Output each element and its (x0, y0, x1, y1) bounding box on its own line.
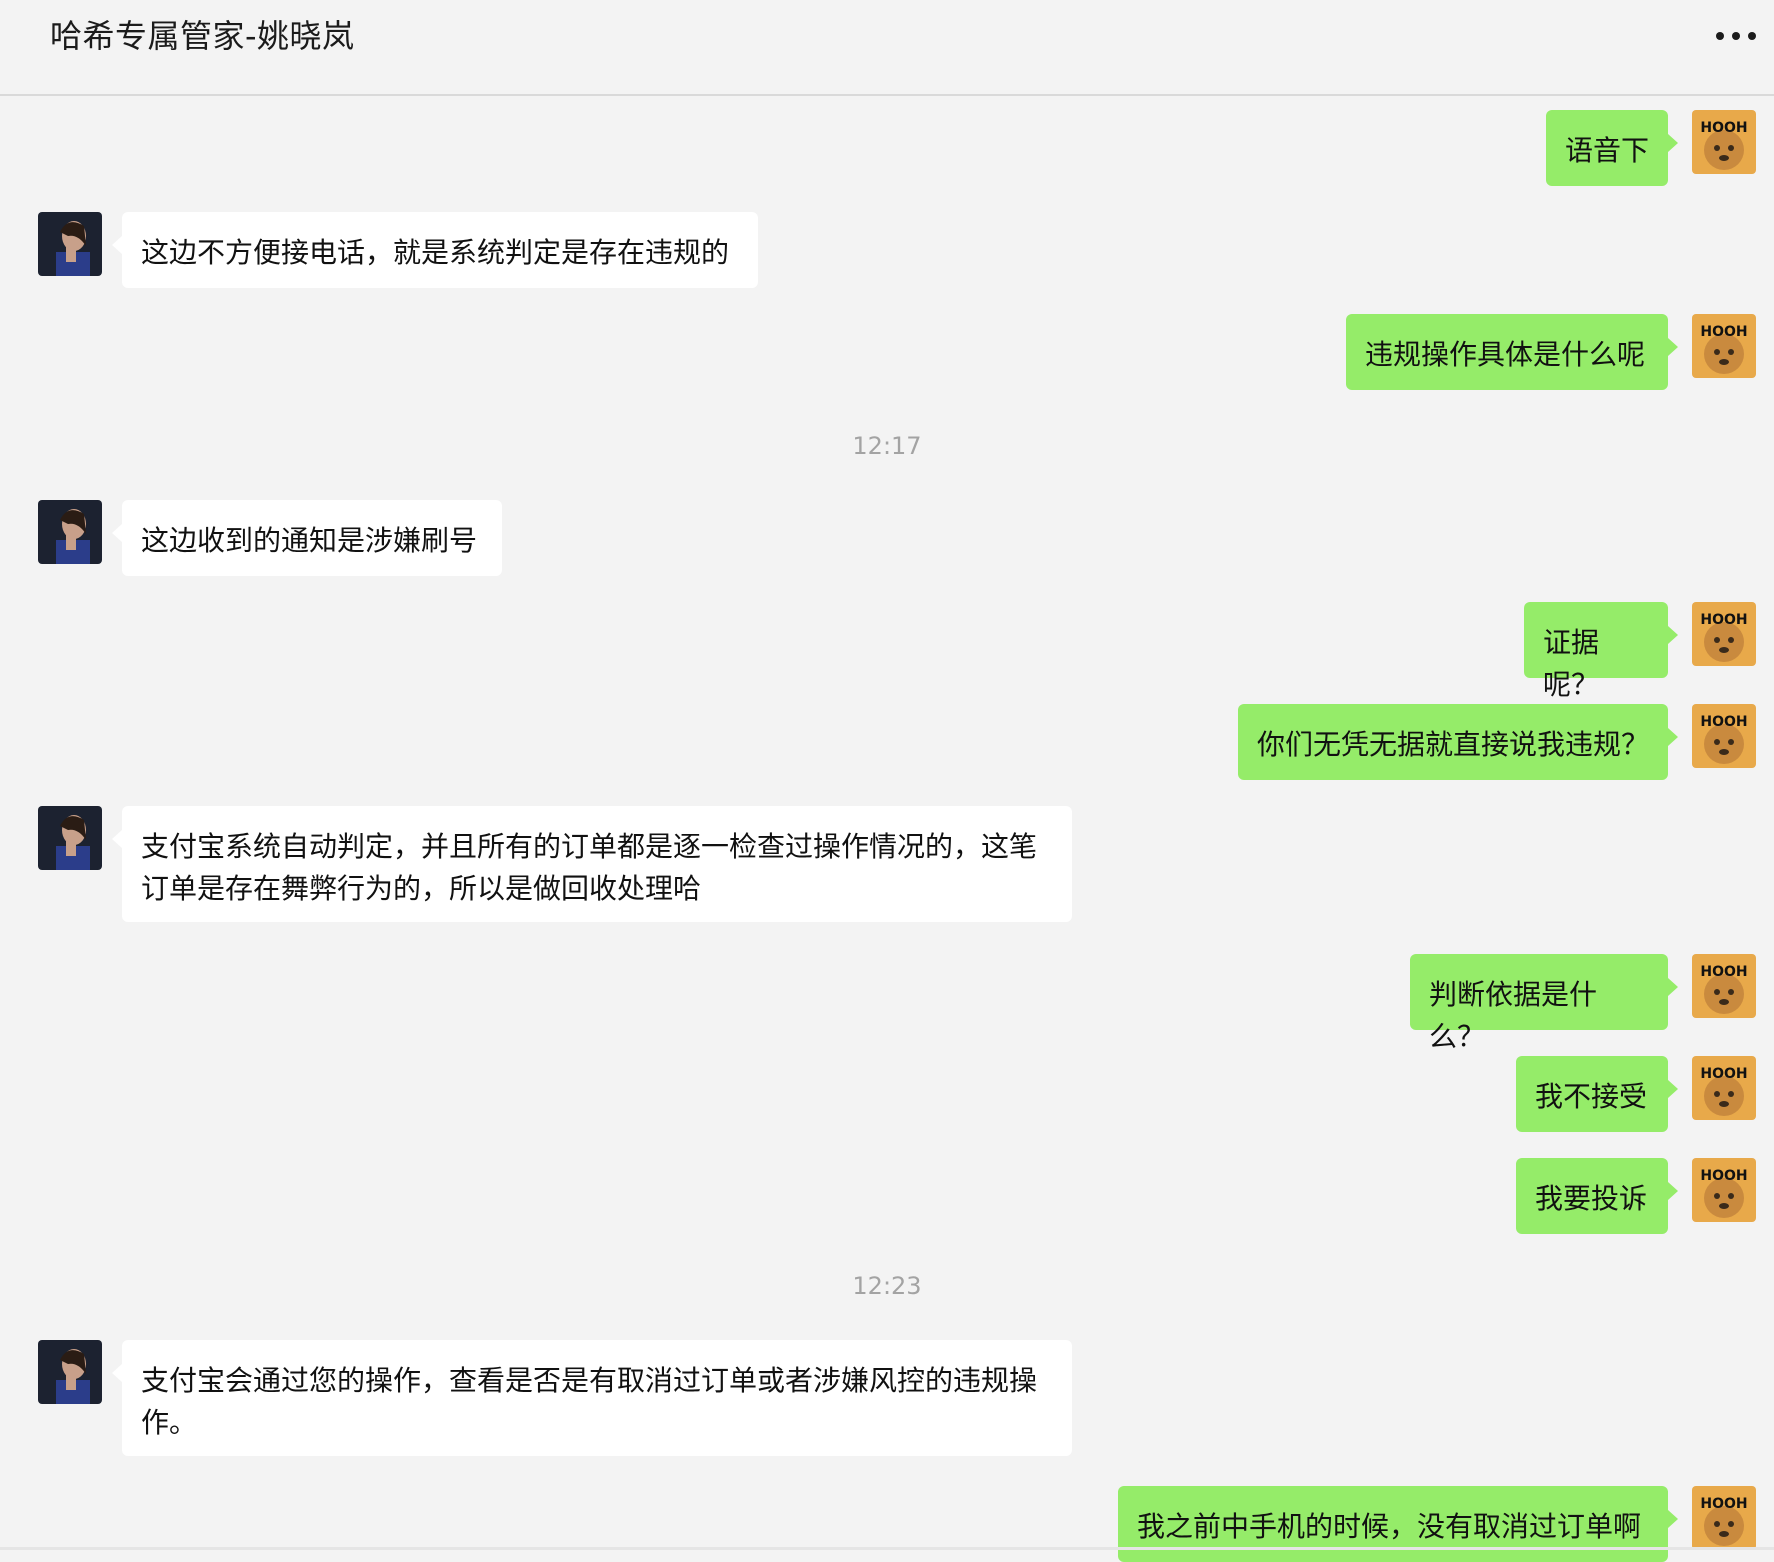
my-avatar[interactable]: HOOH (1692, 314, 1756, 378)
my-avatar[interactable]: HOOH (1692, 704, 1756, 768)
message-bubble-outgoing[interactable]: 判断依据是什么？ (1410, 954, 1678, 1053)
message-bubble-outgoing[interactable]: 证据呢？ (1524, 602, 1678, 701)
message-bubble-outgoing[interactable]: 违规操作具体是什么呢 (1346, 314, 1678, 390)
more-dot (1748, 32, 1756, 40)
svg-text:HOOH: HOOH (1700, 324, 1747, 340)
message-bubble-outgoing[interactable]: 语音下 (1546, 110, 1678, 186)
svg-text:HOOH: HOOH (1700, 714, 1747, 730)
svg-text:HOOH: HOOH (1700, 964, 1747, 980)
my-avatar[interactable]: HOOH (1692, 110, 1756, 174)
message-bubble-outgoing[interactable]: 你们无凭无据就直接说我违规？ (1238, 704, 1678, 780)
timestamp: 12:17 (852, 432, 922, 460)
svg-text:HOOH: HOOH (1700, 612, 1747, 628)
message-bubble-outgoing[interactable]: 我不接受 (1516, 1056, 1678, 1132)
message-bubble-outgoing[interactable]: 我要投诉 (1516, 1158, 1678, 1234)
contact-avatar[interactable] (38, 500, 102, 564)
message-bubble-incoming[interactable]: 这边不方便接电话，就是系统判定是存在违规的 (112, 212, 758, 288)
contact-avatar[interactable] (38, 212, 102, 276)
message-list[interactable]: 语音下 HOOH 这边不方便接电话，就是系统判定是存在违规的 违规操作具体是什么… (0, 96, 1774, 1562)
more-dot (1732, 32, 1740, 40)
svg-text:HOOH: HOOH (1700, 120, 1747, 136)
timestamp: 12:23 (852, 1272, 922, 1300)
message-bubble-incoming[interactable]: 支付宝系统自动判定，并且所有的订单都是逐一检查过操作情况的，这笔订单是存在舞弊行… (112, 806, 1072, 922)
message-bubble-incoming[interactable]: 支付宝会通过您的操作，查看是否是有取消过订单或者涉嫌风控的违规操作。 (112, 1340, 1072, 1456)
message-bubble-outgoing[interactable]: 我之前中手机的时候，没有取消过订单啊 (1118, 1486, 1678, 1562)
svg-text:HOOH: HOOH (1700, 1066, 1747, 1082)
contact-avatar[interactable] (38, 806, 102, 870)
contact-avatar[interactable] (38, 1340, 102, 1404)
my-avatar[interactable]: HOOH (1692, 954, 1756, 1018)
chat-title: 哈希专属管家-姚晓岚 (50, 17, 355, 55)
svg-text:HOOH: HOOH (1700, 1168, 1747, 1184)
svg-text:HOOH: HOOH (1700, 1496, 1747, 1512)
my-avatar[interactable]: HOOH (1692, 1056, 1756, 1120)
more-options-icon[interactable] (1716, 22, 1756, 50)
message-bubble-incoming[interactable]: 这边收到的通知是涉嫌刷号 (112, 500, 502, 576)
chat-header: 哈希专属管家-姚晓岚 (0, 0, 1774, 96)
more-dot (1716, 32, 1724, 40)
my-avatar[interactable]: HOOH (1692, 1158, 1756, 1222)
my-avatar[interactable]: HOOH (1692, 1486, 1756, 1550)
my-avatar[interactable]: HOOH (1692, 602, 1756, 666)
